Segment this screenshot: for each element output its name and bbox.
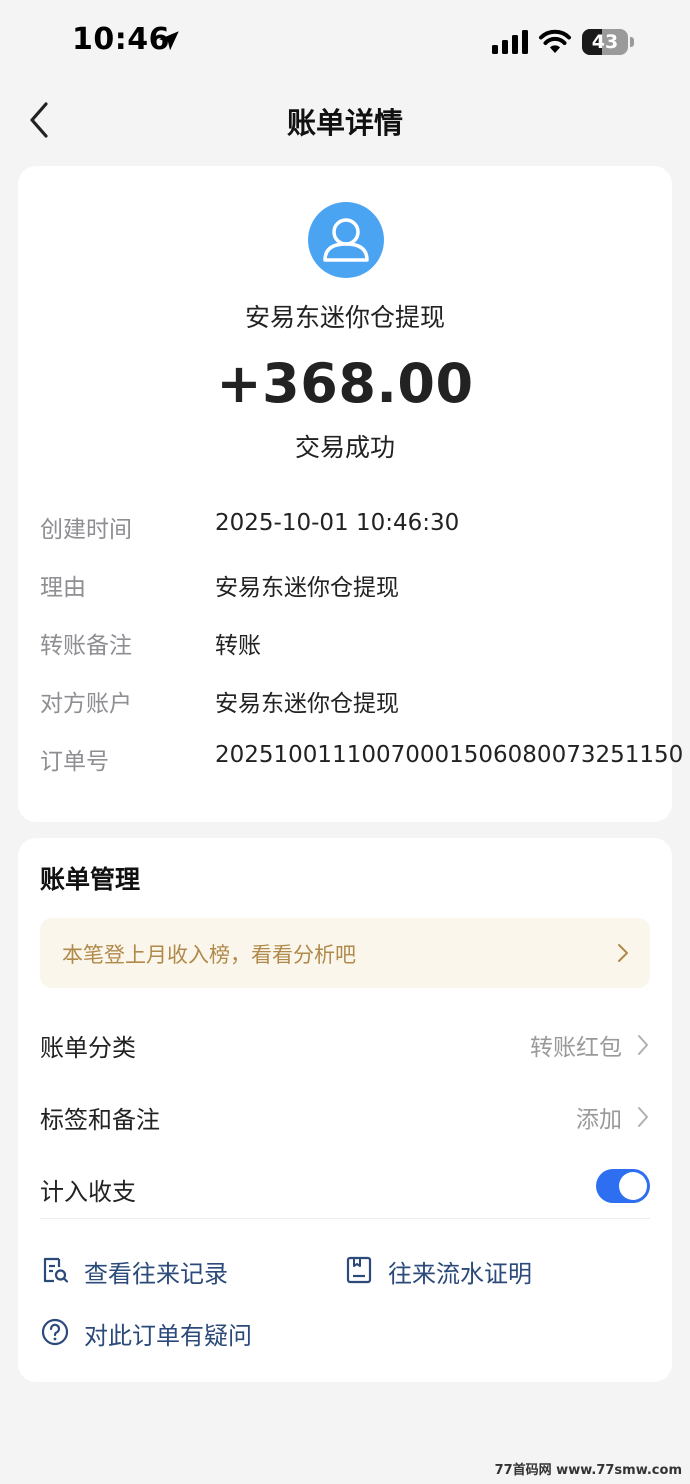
help-circle-icon (41, 1318, 69, 1346)
bill-category-row[interactable]: 账单分类 转账红包 (40, 1020, 650, 1070)
order-question-link[interactable]: 对此订单有疑问 (40, 1312, 300, 1352)
section-title: 账单管理 (40, 865, 141, 894)
order-number-value: 20251001110070001506080073251150 (215, 742, 684, 768)
view-history-link[interactable]: 查看往来记录 (40, 1250, 280, 1290)
divider (40, 1218, 650, 1219)
banner-text: 本笔登上月收入榜，看看分析吧 (62, 943, 356, 967)
detail-label: 创建时间 (40, 517, 132, 543)
detail-row-transfer-note: 转账备注 转账 (40, 626, 660, 666)
detail-row-order-number: 订单号 20251001110070001506080073251150 (40, 742, 683, 782)
location-arrow-icon (159, 31, 179, 51)
detail-label: 对方账户 (40, 691, 132, 717)
document-proof-icon (346, 1256, 372, 1284)
detail-value: 转账 (215, 633, 261, 659)
record-search-icon (43, 1257, 69, 1283)
order-question-label: 对此订单有疑问 (84, 1322, 252, 1350)
count-income-expense-row: 计入收支 (40, 1164, 650, 1214)
detail-row-created-time: 创建时间 2025-10-01 10:46:30 (40, 510, 660, 550)
watermark: 77首码网 www.77smw.com (494, 1463, 682, 1478)
avatar (308, 202, 384, 278)
chevron-right-icon (618, 944, 628, 962)
count-income-expense-label: 计入收支 (40, 1178, 136, 1206)
detail-value: 2025-10-01 10:46:30 (215, 510, 460, 536)
transaction-status: 交易成功 (294, 433, 395, 462)
toggle-knob (619, 1172, 647, 1200)
detail-label: 转账备注 (40, 633, 132, 659)
count-income-expense-toggle[interactable] (596, 1169, 650, 1203)
tags-notes-label: 标签和备注 (40, 1106, 160, 1134)
battery-level: 43 (591, 31, 619, 53)
nav-bar: 账单详情 (0, 86, 690, 152)
battery-indicator: 43 (582, 29, 634, 55)
transaction-amount: +368.00 (216, 352, 474, 415)
transaction-proof-label: 往来流水证明 (388, 1260, 532, 1288)
wifi-icon (539, 29, 571, 53)
page-title: 账单详情 (286, 106, 403, 140)
cellular-signal-icon (492, 30, 528, 54)
merchant-name: 安易东迷你仓提现 (244, 303, 445, 332)
battery-body: 43 (582, 29, 628, 55)
detail-row-reason: 理由 安易东迷你仓提现 (40, 568, 660, 608)
user-icon (323, 218, 369, 262)
detail-value: 安易东迷你仓提现 (215, 575, 399, 601)
detail-label: 理由 (40, 575, 86, 601)
tags-notes-value: 添加 (576, 1107, 622, 1133)
detail-label: 订单号 (40, 749, 109, 775)
chevron-right-icon (638, 1035, 648, 1055)
status-bar: 10:46 43 (0, 0, 690, 86)
detail-value: 安易东迷你仓提现 (215, 691, 399, 717)
transaction-detail-card: 安易东迷你仓提现 +368.00 交易成功 创建时间 2025-10-01 10… (18, 166, 683, 822)
tags-notes-row[interactable]: 标签和备注 添加 (40, 1092, 650, 1142)
chevron-right-icon (638, 1107, 648, 1127)
battery-tip (630, 37, 634, 47)
view-history-label: 查看往来记录 (84, 1260, 228, 1288)
income-rank-banner[interactable]: 本笔登上月收入榜，看看分析吧 (40, 918, 650, 988)
bill-category-value: 转账红包 (530, 1035, 622, 1061)
detail-row-counterparty: 对方账户 安易东迷你仓提现 (40, 684, 660, 724)
bill-category-label: 账单分类 (40, 1034, 136, 1062)
bill-management-card: 账单管理 本笔登上月收入榜，看看分析吧 账单分类 转账红包 标签和备注 添加 计… (18, 838, 672, 1382)
transaction-proof-link[interactable]: 往来流水证明 (344, 1250, 584, 1290)
